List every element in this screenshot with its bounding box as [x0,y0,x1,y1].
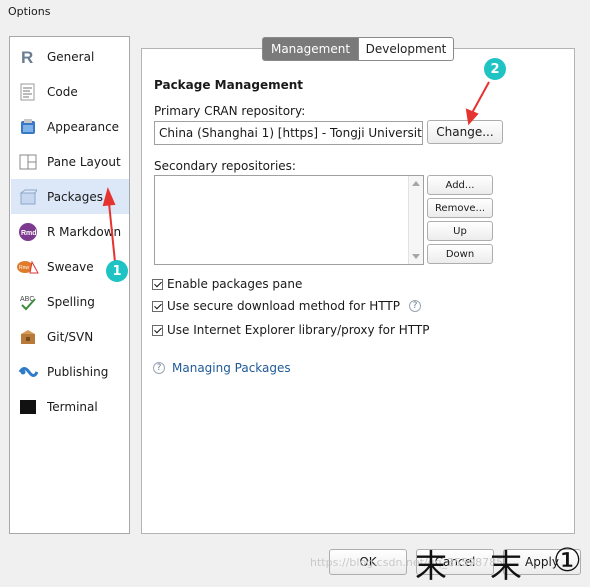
annotation-badge-2: 2 [484,58,506,80]
annotation-badge-1: 1 [106,260,128,282]
watermark-char: 末 [490,547,523,585]
watermark-char: 末 [415,547,448,585]
watermark-url: https://blog.csdn.net/qq_35598785 [310,556,504,569]
watermark-char: ① [553,541,582,579]
annotation-arrows [102,81,490,263]
